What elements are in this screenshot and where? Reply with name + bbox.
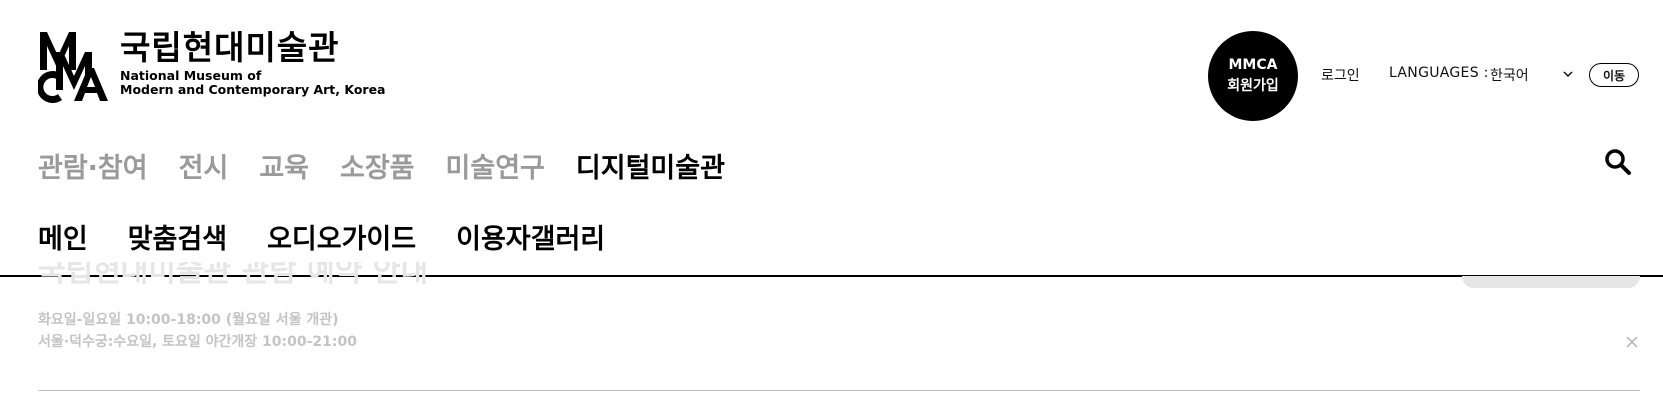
main-navigation: 관람·참여 전시 교육 소장품 미술연구 디지털미술관 [38, 146, 756, 185]
languages-label: LANGUAGES : [1389, 65, 1489, 81]
hours-line1: 화요일-일요일 10:00-18:00 (월요일 서울 개관) [38, 312, 339, 328]
subnav-item-main[interactable]: 메인 [38, 217, 88, 256]
notice-divider [38, 390, 1640, 391]
search-icon[interactable] [1604, 148, 1632, 176]
opening-hours: 화요일-일요일 10:00-18:00 (월요일 서울 개관) 서울·덕수궁:수… [38, 309, 357, 353]
chevron-down-icon[interactable] [1562, 68, 1574, 80]
logo-english-line2: Modern and Contemporary Art, Korea [120, 82, 386, 97]
nav-item-exhibition[interactable]: 전시 [179, 146, 229, 185]
membership-join-button[interactable]: MMCA 회원가입 [1208, 31, 1298, 121]
nav-item-research[interactable]: 미술연구 [446, 146, 545, 185]
nav-item-visit[interactable]: 관람·참여 [38, 146, 148, 185]
nav-item-collection[interactable]: 소장품 [340, 146, 415, 185]
subnav-item-user-gallery[interactable]: 이용자갤러리 [456, 217, 605, 256]
subnav-item-custom-search[interactable]: 맞춤검색 [128, 217, 227, 256]
mmca-logo[interactable]: 국립현대미술관 National Museum of Modern and Co… [38, 30, 386, 103]
language-select[interactable]: 한국어 [1490, 65, 1529, 85]
language-go-button[interactable]: 이동 [1589, 63, 1639, 87]
nav-item-digital-museum[interactable]: 디지털미술관 [576, 146, 725, 185]
notice-button[interactable] [1462, 276, 1640, 288]
logo-english-line1: National Museum of [120, 68, 262, 83]
notice-headline: 국립현대미술관 관람 예약 안내 [38, 262, 429, 289]
login-link[interactable]: 로그인 [1321, 65, 1360, 85]
join-line1: MMCA [1228, 57, 1278, 73]
logo-korean-name: 국립현대미술관 [120, 28, 340, 67]
sub-navigation: 메인 맞춤검색 오디오가이드 이용자갤러리 [38, 217, 645, 256]
subnav-item-audio-guide[interactable]: 오디오가이드 [267, 217, 416, 256]
join-line2: 회원가입 [1227, 78, 1279, 94]
nav-item-education[interactable]: 교육 [259, 146, 309, 185]
hours-line2: 서울·덕수궁:수요일, 토요일 야간개장 10:00-21:00 [38, 334, 357, 350]
mmca-logo-mark [38, 32, 108, 103]
close-icon[interactable] [1624, 334, 1640, 350]
